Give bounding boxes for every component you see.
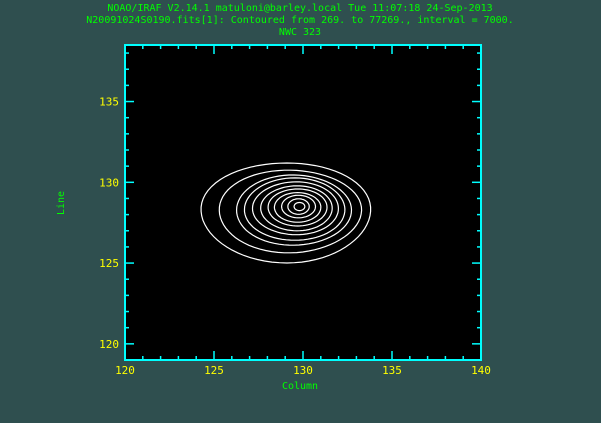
y-tick-label-125: 125 [99, 257, 119, 270]
y-axis-label: Line [56, 191, 67, 215]
plot-area [125, 45, 481, 360]
y-tick-label-130: 130 [99, 176, 119, 189]
header-line-3: NWC 323 [279, 27, 321, 38]
x-tick-label-135: 135 [382, 364, 402, 377]
x-axis-label: Column [282, 381, 318, 392]
y-tick-label-120: 120 [99, 338, 119, 351]
x-tick-label-130: 130 [293, 364, 313, 377]
contour-plot: NOAO/IRAF V2.14.1 matuloni@barley.local … [56, 3, 514, 392]
y-tick-label-135: 135 [99, 96, 119, 109]
x-tick-label-120: 120 [115, 364, 135, 377]
iraf-graphics-window: NOAO/IRAF V2.14.1 matuloni@barley.local … [0, 0, 601, 419]
x-tick-label-140: 140 [471, 364, 491, 377]
x-tick-label-125: 125 [204, 364, 224, 377]
header-line-1: NOAO/IRAF V2.14.1 matuloni@barley.local … [107, 3, 492, 14]
header-line-2: N20091024S0190.fits[1]: Contoured from 2… [86, 15, 513, 26]
